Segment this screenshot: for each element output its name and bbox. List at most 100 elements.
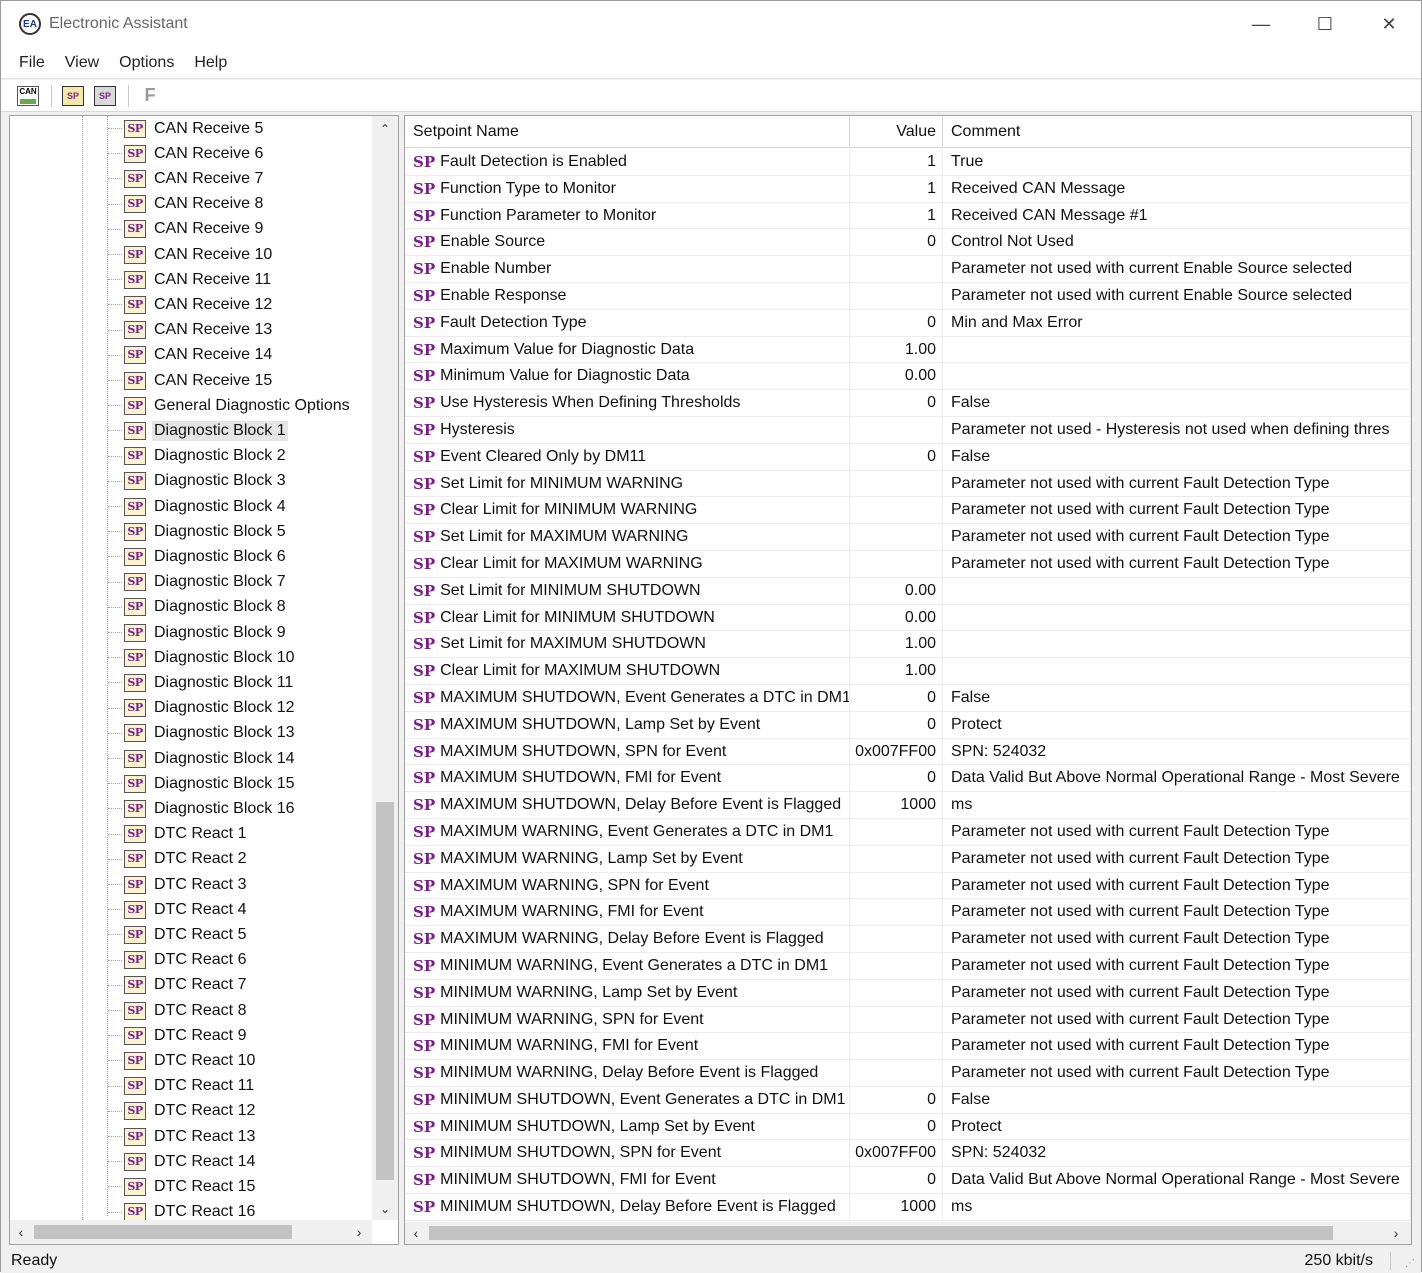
tree-item[interactable]: SP CAN Receive 9	[108, 217, 265, 242]
scroll-down-icon[interactable]: ⌄	[372, 1198, 398, 1220]
tree-item[interactable]: SP DTC React 13	[108, 1124, 257, 1149]
tree-item[interactable]: SP Diagnostic Block 3	[108, 469, 288, 494]
table-row[interactable]: SP Clear Limit for MINIMUM SHUTDOWN 0.00	[405, 604, 1411, 632]
table-row[interactable]: SP Set Limit for MAXIMUM WARNING Parameter…	[405, 524, 1411, 551]
table-row[interactable]: SP MINIMUM WARNING, FMI for Event Paramete…	[405, 1033, 1411, 1061]
setpoint-value-cell[interactable]: 1.00	[850, 658, 943, 685]
table-row[interactable]: SP Maximum Value for Diagnostic Data 1.00	[405, 336, 1411, 364]
can-connect-button[interactable]: CAN	[13, 83, 43, 109]
tree-item[interactable]: SP CAN Receive 8	[108, 192, 265, 217]
table-row[interactable]: SP Clear Limit for MINIMUM WARNING Paramet…	[405, 497, 1411, 525]
tree-item[interactable]: SP CAN Receive 14	[108, 343, 274, 368]
table-row[interactable]: SP MAXIMUM SHUTDOWN, FMI for Event 0 Data V…	[405, 765, 1411, 793]
table-row[interactable]: SP Set Limit for MAXIMUM SHUTDOWN 1.00	[405, 631, 1411, 659]
setpoint-value-cell[interactable]: 1000	[850, 792, 943, 819]
table-row[interactable]: SP Minimum Value for Diagnostic Data 0.00	[405, 363, 1411, 391]
setpoint-tree-panel[interactable]: SP CAN Receive 5 SP CAN Receive 6 SP CAN Rece…	[9, 115, 399, 1245]
setpoint-value-cell[interactable]	[850, 256, 943, 283]
setpoint-value-cell[interactable]: 0	[850, 684, 943, 711]
table-row[interactable]: SP Event Cleared Only by DM11 0 False	[405, 443, 1411, 471]
table-row[interactable]: SP MAXIMUM SHUTDOWN, Lamp Set by Event 0 Pr…	[405, 711, 1411, 739]
setpoint-value-cell[interactable]: 0	[850, 1113, 943, 1140]
scroll-right-icon[interactable]: ›	[1385, 1222, 1407, 1244]
table-row[interactable]: SP Fault Detection is Enabled 1 True	[405, 149, 1411, 176]
menu-help[interactable]: Help	[184, 54, 237, 72]
table-row[interactable]: SP MAXIMUM WARNING, Delay Before Event is…	[405, 926, 1411, 953]
setpoint-value-cell[interactable]: 0x007FF00	[850, 738, 943, 765]
table-row[interactable]: SP MAXIMUM SHUTDOWN, Delay Before Event i…	[405, 792, 1411, 819]
table-row[interactable]: SP MAXIMUM WARNING, FMI for Event Paramete…	[405, 899, 1411, 927]
setpoint-value-cell[interactable]: 0	[850, 390, 943, 417]
close-button[interactable]: ✕	[1357, 1, 1421, 47]
setpoint-value-cell[interactable]: 1	[850, 175, 943, 202]
tree-item[interactable]: SP CAN Receive 12	[108, 292, 274, 317]
tree-item[interactable]: SP DTC React 16	[108, 1200, 257, 1220]
setpoint-value-cell[interactable]: 0.00	[850, 577, 943, 604]
resize-grip-icon[interactable]: ⋰	[1405, 1258, 1415, 1269]
tree-item[interactable]: SP DTC React 3	[108, 872, 248, 897]
tree-item[interactable]: SP DTC React 10	[108, 1048, 257, 1073]
tree-item[interactable]: SP Diagnostic Block 7	[108, 570, 288, 595]
setpoint-value-cell[interactable]	[850, 845, 943, 872]
menu-file[interactable]: File	[9, 54, 55, 72]
tree-horizontal-scrollbar[interactable]: ‹ ›	[10, 1220, 372, 1244]
grid-horizontal-scrollbar[interactable]: ‹ ›	[405, 1222, 1411, 1244]
setpoint-value-cell[interactable]: 0	[850, 309, 943, 336]
setpoint-value-cell[interactable]	[850, 1006, 943, 1033]
column-header-value[interactable]: Value	[850, 116, 943, 148]
tree-item[interactable]: SP DTC React 15	[108, 1174, 257, 1199]
table-row[interactable]: SP Function Type to Monitor 1 Received CAN …	[405, 175, 1411, 203]
table-row[interactable]: SP Enable Source 0 Control Not Used	[405, 229, 1411, 257]
column-header-comment[interactable]: Comment	[943, 116, 1411, 148]
tree-item[interactable]: SP DTC React 2	[108, 847, 248, 872]
tree-item[interactable]: SP Diagnostic Block 13	[108, 721, 297, 746]
tree-item[interactable]: SP DTC React 5	[108, 922, 248, 947]
tree-item[interactable]: SP DTC React 12	[108, 1099, 257, 1124]
table-row[interactable]: SP MAXIMUM SHUTDOWN, Event Generates a DT…	[405, 684, 1411, 712]
tree-item[interactable]: SP DTC React 14	[108, 1149, 257, 1174]
grid-hscroll-thumb[interactable]	[429, 1226, 1333, 1240]
tree-item[interactable]: SP Diagnostic Block 15	[108, 771, 297, 796]
setpoint-value-cell[interactable]: 0.00	[850, 363, 943, 390]
tree-item[interactable]: SP CAN Receive 13	[108, 318, 274, 343]
flash-button[interactable]: F	[135, 83, 165, 109]
scroll-up-icon[interactable]: ⌃	[372, 118, 398, 140]
scroll-right-icon[interactable]: ›	[348, 1220, 370, 1244]
open-setpoint-file-button[interactable]: SP	[58, 83, 88, 109]
scroll-left-icon[interactable]: ‹	[10, 1220, 32, 1244]
setpoint-value-cell[interactable]	[850, 952, 943, 979]
tree-item[interactable]: SP DTC React 4	[108, 897, 248, 922]
scroll-left-icon[interactable]: ‹	[405, 1222, 427, 1244]
tree-item[interactable]: SP DTC React 7	[108, 973, 248, 998]
tree-item[interactable]: SP CAN Receive 10	[108, 242, 274, 267]
setpoint-tree[interactable]: SP CAN Receive 5 SP CAN Receive 6 SP CAN Rece…	[10, 116, 372, 1220]
setpoint-value-cell[interactable]: 1000	[850, 1194, 943, 1221]
setpoint-value-cell[interactable]	[850, 550, 943, 577]
tree-vertical-scrollbar[interactable]: ⌃ ⌄	[372, 116, 398, 1220]
tree-item[interactable]: SP CAN Receive 6	[108, 141, 265, 166]
setpoint-value-cell[interactable]: 0	[850, 711, 943, 738]
tree-item[interactable]: SP Diagnostic Block 11	[108, 670, 295, 695]
setpoint-value-cell[interactable]: 1	[850, 149, 943, 175]
tree-item[interactable]: SP Diagnostic Block 5	[108, 519, 288, 544]
setpoint-value-cell[interactable]	[850, 872, 943, 899]
tree-item[interactable]: SP Diagnostic Block 8	[108, 595, 288, 620]
tree-item[interactable]: SP CAN Receive 5	[108, 116, 265, 141]
setpoint-value-cell[interactable]: 0	[850, 765, 943, 792]
tree-item[interactable]: SP DTC React 11	[108, 1074, 256, 1099]
setpoint-value-cell[interactable]	[850, 416, 943, 443]
tree-item[interactable]: SP General Diagnostic Options	[108, 393, 352, 418]
setpoint-value-cell[interactable]: 0x007FF00	[850, 1140, 943, 1167]
maximize-button[interactable]: ☐	[1293, 1, 1357, 47]
table-row[interactable]: SP Enable Response Parameter not used with…	[405, 282, 1411, 310]
tree-item[interactable]: SP DTC React 9	[108, 1023, 248, 1048]
setpoint-value-cell[interactable]	[850, 926, 943, 953]
column-header-setpoint-name[interactable]: Setpoint Name	[405, 116, 850, 148]
setpoint-value-cell[interactable]	[850, 470, 943, 497]
tree-item[interactable]: SP Diagnostic Block 1	[108, 418, 288, 443]
table-row[interactable]: SP MAXIMUM WARNING, Event Generates a DTC…	[405, 818, 1411, 846]
table-row[interactable]: SP MINIMUM SHUTDOWN, Event Generates a DT…	[405, 1086, 1411, 1114]
table-row[interactable]: SP Use Hysteresis When Defining Threshold…	[405, 390, 1411, 417]
table-row[interactable]: SP MAXIMUM SHUTDOWN, SPN for Event 0x007FF…	[405, 738, 1411, 766]
table-row[interactable]: SP Function Parameter to Monitor 1 Received…	[405, 202, 1411, 230]
